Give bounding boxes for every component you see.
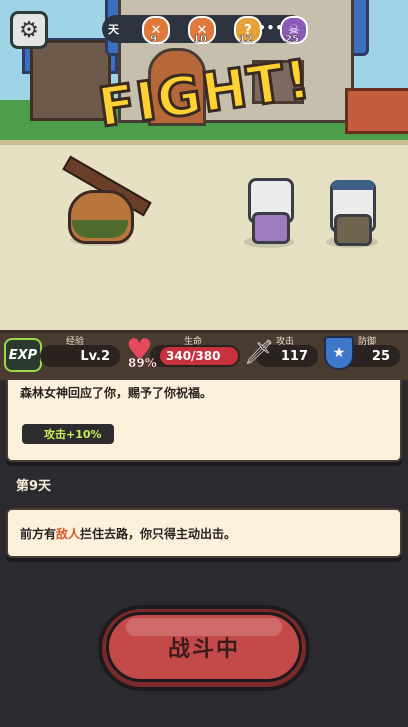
event-log[interactable]: 森林女神回应了你，赐予了你祝福。 🗡 攻击+10% 前方有敌人拦住去路，你只得主… bbox=[0, 380, 408, 590]
bandit-skeleton-body bbox=[334, 214, 372, 246]
skeleton-enemy-body bbox=[252, 212, 290, 244]
atk-value: 117 bbox=[280, 348, 308, 364]
crates bbox=[345, 88, 408, 134]
sword-icon: 🗡 bbox=[244, 338, 275, 366]
day-label: 天 bbox=[108, 23, 119, 36]
node-day-number: 25 bbox=[285, 34, 299, 45]
hp-percent: 89% bbox=[128, 356, 157, 370]
hero-belt bbox=[72, 220, 128, 238]
log-entry-card: 森林女神回应了你，赐予了你祝福。 🗡 攻击+10% bbox=[6, 380, 402, 462]
log-text-suffix: 拦住去路，你只得主动出击。 bbox=[80, 527, 237, 541]
node-day-number: 12 bbox=[239, 34, 253, 45]
log-entry-text: 森林女神回应了你，赐予了你祝福。 bbox=[20, 386, 213, 400]
hp-value: 340/380 bbox=[166, 349, 221, 363]
day-heading: 第9天 bbox=[16, 479, 52, 494]
def-value: 25 bbox=[371, 348, 390, 364]
log-entry-text: 前方有敌人拦住去路，你只得主动出击。 bbox=[20, 525, 236, 542]
shield-icon: ★ bbox=[324, 336, 354, 370]
settings-gear-icon[interactable]: ⚙ bbox=[10, 11, 48, 49]
log-entry-card: 前方有敌人拦住去路，你只得主动出击。 bbox=[6, 508, 402, 558]
level-pill: Lv.2 bbox=[40, 345, 120, 367]
button-shine bbox=[126, 618, 282, 636]
attack-buff-badge: 攻击+10% bbox=[22, 424, 114, 444]
log-text-prefix: 前方有 bbox=[20, 527, 57, 541]
exp-badge: EXP bbox=[4, 338, 42, 372]
level-value: Lv.2 bbox=[80, 348, 110, 364]
node-day-number: 10 bbox=[193, 34, 207, 45]
node-day-number: 9 bbox=[150, 34, 157, 45]
top-bar: ⚙ 天 ✕ 9 ✕ 10 ? 12 ••• ☠ 25 bbox=[0, 0, 408, 52]
enemy-word: 敌人 bbox=[56, 527, 81, 541]
attack-buff-text: 攻击+10% bbox=[44, 428, 102, 441]
